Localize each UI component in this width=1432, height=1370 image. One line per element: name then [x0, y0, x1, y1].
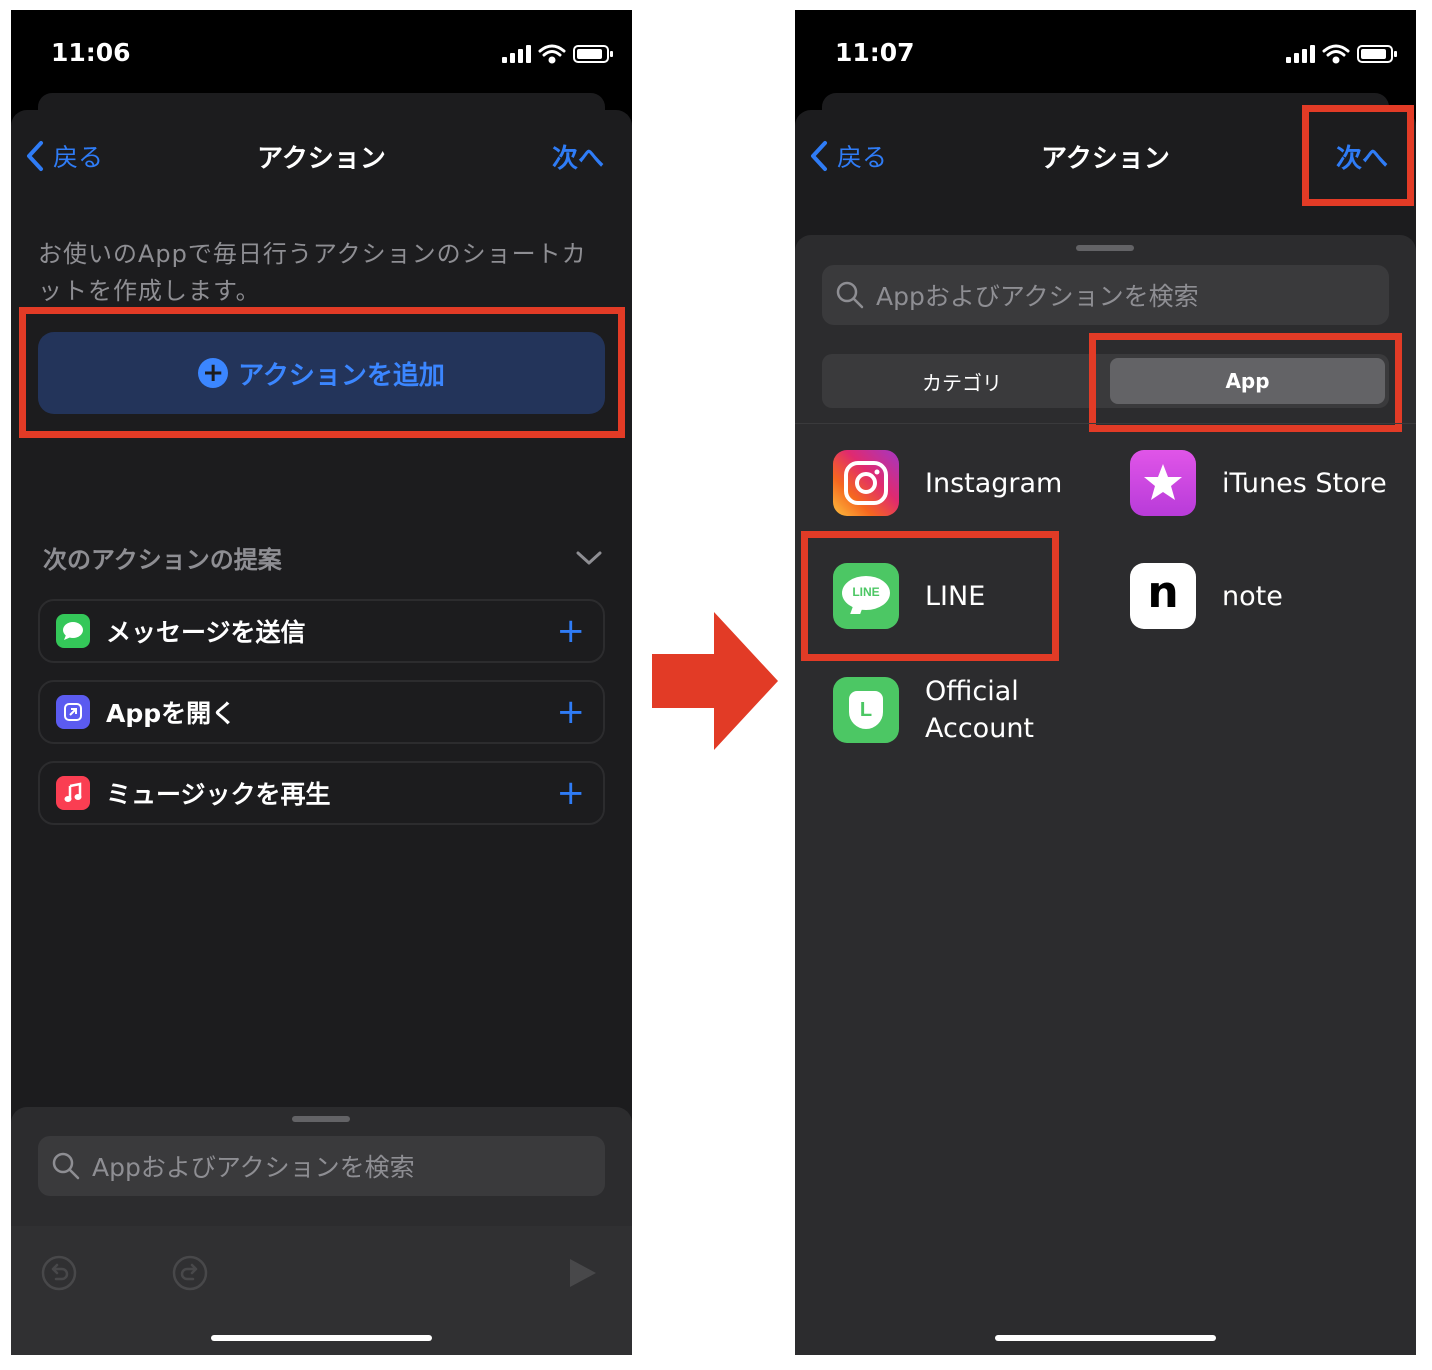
app-name: note	[1222, 580, 1283, 612]
status-time: 11:07	[835, 38, 915, 67]
app-name-line2: Account	[925, 713, 1035, 744]
app-itunes-store[interactable]: iTunes Store	[1130, 450, 1387, 516]
instagram-icon	[833, 450, 899, 516]
next-button[interactable]: 次へ	[552, 138, 604, 175]
grabber-handle[interactable]	[292, 1116, 350, 1122]
search-field[interactable]: Appおよびアクションを検索	[822, 265, 1389, 325]
note-icon: n	[1130, 563, 1196, 629]
search-placeholder: Appおよびアクションを検索	[92, 1153, 415, 1182]
undo-icon[interactable]	[41, 1255, 77, 1291]
official-account-icon: L	[833, 677, 899, 743]
highlight-box	[1089, 333, 1402, 432]
app-instagram[interactable]: Instagram	[833, 450, 1062, 516]
wifi-icon	[538, 44, 566, 64]
itunes-store-icon	[1130, 450, 1196, 516]
home-indicator	[995, 1335, 1216, 1341]
suggestion-label: Appを開く	[106, 699, 237, 728]
messages-icon	[56, 614, 90, 648]
suggestion-play-music[interactable]: ミュージックを再生 +	[38, 761, 605, 825]
battery-icon	[573, 45, 613, 63]
highlight-box	[801, 531, 1059, 661]
search-icon	[52, 1152, 80, 1180]
play-icon[interactable]	[568, 1257, 598, 1289]
app-note[interactable]: n note	[1130, 563, 1283, 629]
suggestions-header[interactable]: 次のアクションの提案	[43, 540, 602, 575]
app-official-account[interactable]: L Official Account	[833, 673, 1034, 747]
status-bar: 11:07	[795, 10, 1416, 100]
plus-icon[interactable]: +	[557, 614, 586, 648]
signal-icon	[1286, 45, 1315, 63]
app-name: Official Account	[925, 673, 1034, 747]
status-icons	[1286, 44, 1397, 64]
battery-icon	[1357, 45, 1397, 63]
suggestion-label: ミュージックを再生	[106, 780, 331, 809]
app-name: iTunes Store	[1222, 467, 1387, 499]
official-account-icon-text: L	[849, 691, 883, 729]
status-bar: 11:06	[11, 10, 632, 100]
suggestion-send-message[interactable]: メッセージを送信 +	[38, 599, 605, 663]
segment-category[interactable]: カテゴリ	[822, 354, 1102, 408]
page-title: アクション	[257, 144, 386, 174]
highlight-box	[1302, 105, 1414, 206]
chevron-down-icon	[576, 551, 602, 564]
note-icon-text: n	[1147, 567, 1179, 618]
status-time: 11:06	[51, 38, 131, 67]
app-name: Instagram	[925, 467, 1063, 499]
search-placeholder: Appおよびアクションを検索	[876, 282, 1199, 311]
plus-icon[interactable]: +	[557, 695, 586, 729]
suggestion-open-app[interactable]: Appを開く +	[38, 680, 605, 744]
description: お使いのAppで毎日行うアクションのショートカットを作成します。	[38, 240, 587, 305]
grabber-handle[interactable]	[1076, 245, 1134, 251]
music-icon	[56, 776, 90, 810]
phone-screen-left: 11:06 戻る アクション 次へ お使いのAppで毎日行うアクションのショート…	[11, 10, 632, 1355]
plus-icon[interactable]: +	[557, 776, 586, 810]
open-app-icon	[56, 695, 90, 729]
redo-icon[interactable]	[172, 1255, 208, 1291]
arrow-right-icon	[652, 612, 778, 750]
wifi-icon	[1322, 44, 1350, 64]
home-indicator	[211, 1335, 432, 1341]
suggestion-label: メッセージを送信	[106, 618, 306, 647]
status-icons	[502, 44, 613, 64]
app-name-line1: Official	[925, 676, 1019, 707]
search-field[interactable]: Appおよびアクションを検索	[38, 1136, 605, 1196]
highlight-box	[19, 307, 625, 438]
divider	[795, 423, 1416, 424]
suggestions-heading: 次のアクションの提案	[43, 546, 282, 574]
search-icon	[836, 281, 864, 309]
phone-screen-right: 11:07 戻る アクション 次へ Appおよびアクションを検索 カテゴリ Ap…	[795, 10, 1416, 1355]
signal-icon	[502, 45, 531, 63]
